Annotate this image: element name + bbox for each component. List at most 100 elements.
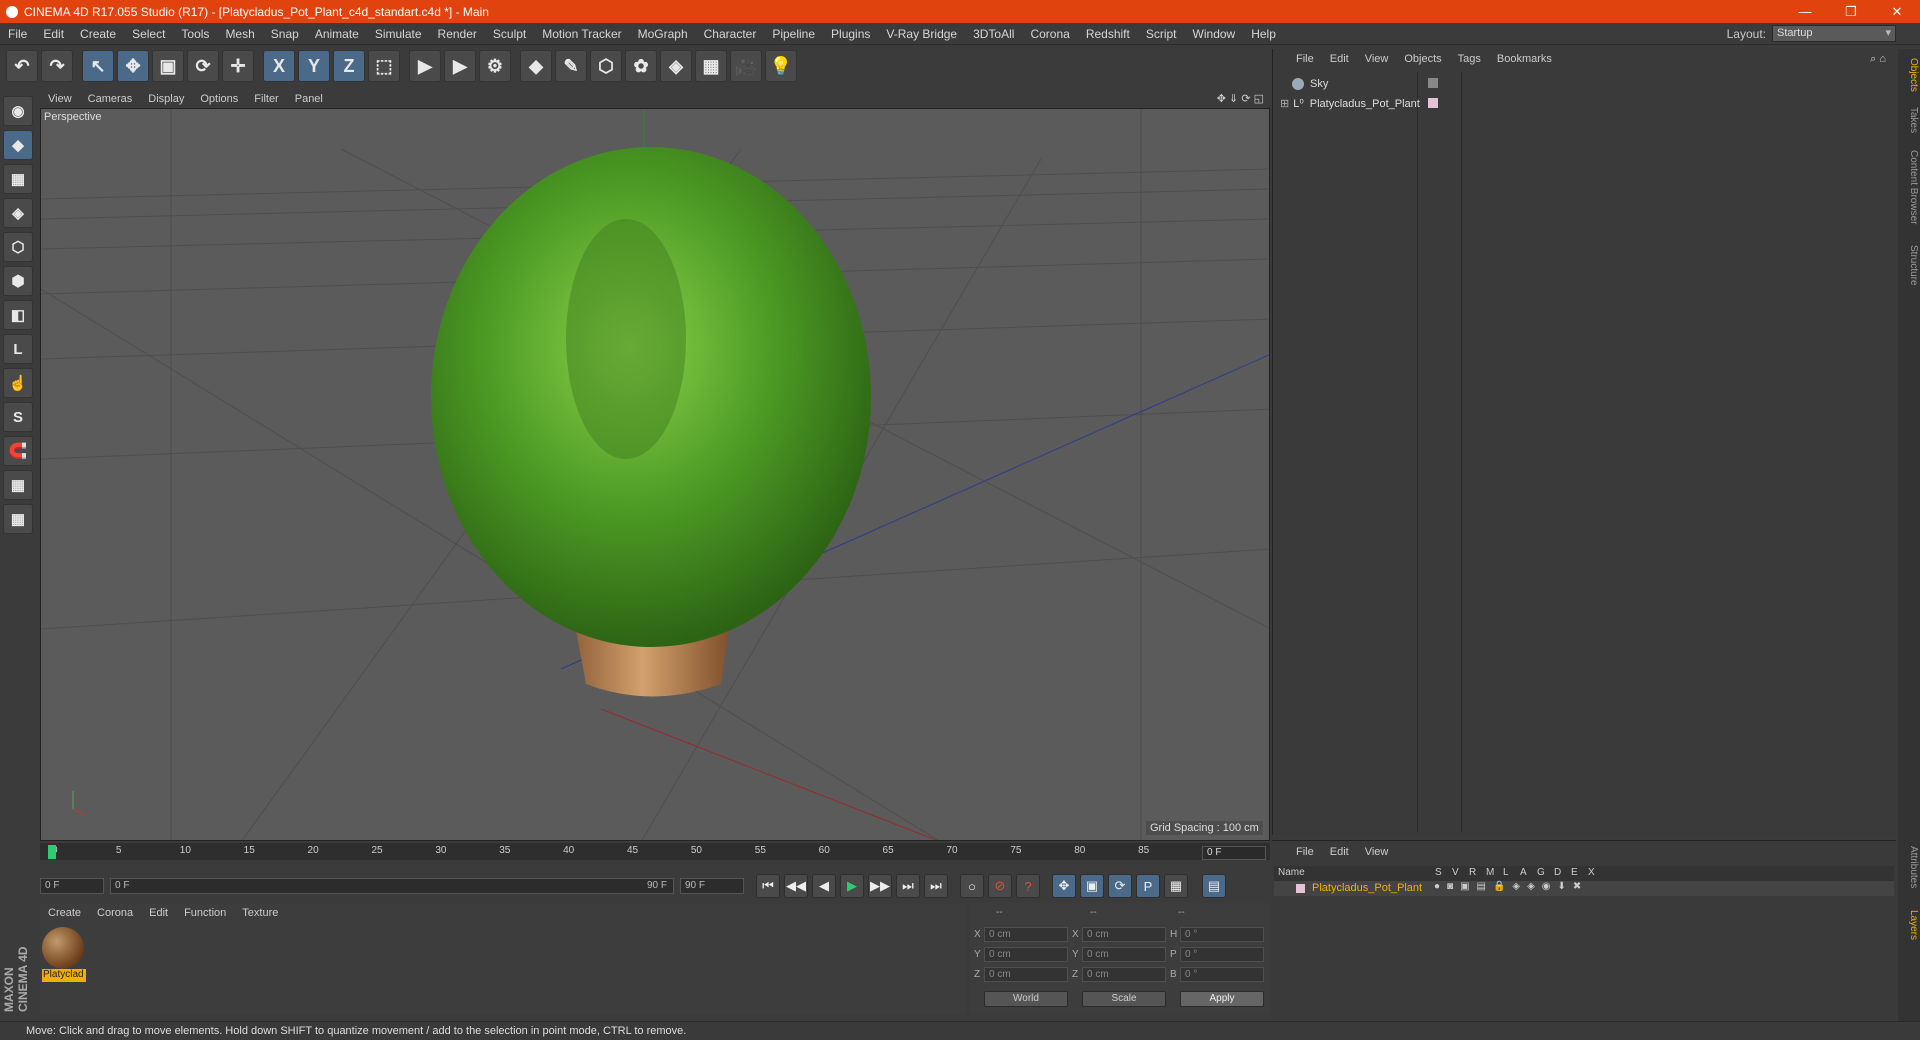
- material-menu-edit[interactable]: Edit: [141, 907, 176, 919]
- cube-object-icon[interactable]: ◆: [520, 50, 552, 82]
- rotation-h-field[interactable]: 0 °: [1180, 927, 1264, 942]
- menu-script[interactable]: Script: [1138, 27, 1185, 41]
- menu-edit[interactable]: Edit: [35, 27, 72, 41]
- menu-snap[interactable]: Snap: [263, 27, 307, 41]
- material-thumbnail[interactable]: [42, 927, 84, 969]
- model-mode-icon[interactable]: ◆: [3, 130, 33, 160]
- menu-simulate[interactable]: Simulate: [367, 27, 430, 41]
- size-y-field[interactable]: 0 cm: [1082, 947, 1166, 962]
- add-tool-icon[interactable]: ✛: [222, 50, 254, 82]
- pen-spline-icon[interactable]: ✎: [555, 50, 587, 82]
- layout-dropdown[interactable]: Startup: [1772, 25, 1896, 42]
- rotate-tool-icon[interactable]: ⟳: [187, 50, 219, 82]
- material-menu-texture[interactable]: Texture: [234, 907, 286, 919]
- record-active-icon[interactable]: ○: [960, 874, 984, 898]
- menu-motion-tracker[interactable]: Motion Tracker: [534, 27, 629, 41]
- subdivision-icon[interactable]: ⬡: [590, 50, 622, 82]
- rotation-b-field[interactable]: 0 °: [1180, 967, 1264, 982]
- layer-toggle-icons[interactable]: ●◙▣▤🔒◈◈◉⬇✖: [1434, 881, 1588, 892]
- timeline-window-icon[interactable]: ▤: [1202, 874, 1226, 898]
- redo-icon[interactable]: ↷: [41, 50, 73, 82]
- viewport-menu-filter[interactable]: Filter: [246, 93, 286, 105]
- restore-button[interactable]: ❐: [1828, 0, 1874, 23]
- scale-dropdown[interactable]: Scale: [1082, 991, 1166, 1007]
- light-icon[interactable]: 💡: [765, 50, 797, 82]
- x-axis-lock-icon[interactable]: X: [263, 50, 295, 82]
- object-search-icon[interactable]: ⌕ ⌂: [1862, 53, 1896, 66]
- coordinate-system-icon[interactable]: ⬚: [368, 50, 400, 82]
- menu-animate[interactable]: Animate: [307, 27, 367, 41]
- tab-content-browser[interactable]: Content Browser: [1899, 145, 1919, 230]
- size-x-field[interactable]: 0 cm: [1082, 927, 1166, 942]
- minimize-button[interactable]: —: [1782, 0, 1828, 23]
- tab-layers[interactable]: Layers: [1899, 905, 1919, 945]
- menu-corona[interactable]: Corona: [1022, 27, 1077, 41]
- polygons-mode-icon[interactable]: ◧: [3, 300, 33, 330]
- end-frame-field[interactable]: 90 F: [680, 878, 744, 894]
- viewport-nav-icons[interactable]: ✥ ⇓ ⟳ ◱: [1209, 92, 1270, 105]
- rotation-p-field[interactable]: 0 °: [1180, 947, 1264, 962]
- tab-objects[interactable]: Objects: [1899, 55, 1919, 95]
- previous-key-icon[interactable]: ◀◀: [784, 874, 808, 898]
- solo-mode-icon[interactable]: S: [3, 402, 33, 432]
- points-mode-icon[interactable]: ⬡: [3, 232, 33, 262]
- object-row-sky[interactable]: Sky: [1276, 75, 1328, 92]
- planar-workplane-icon[interactable]: ▦: [3, 504, 33, 534]
- object-menu-objects[interactable]: Objects: [1396, 53, 1449, 65]
- menu-character[interactable]: Character: [696, 27, 765, 41]
- go-to-start-icon[interactable]: ⏮: [756, 874, 780, 898]
- make-editable-icon[interactable]: ◉: [3, 96, 33, 126]
- viewport-menu-display[interactable]: Display: [140, 93, 192, 105]
- position-y-field[interactable]: 0 cm: [984, 947, 1068, 962]
- menu-create[interactable]: Create: [72, 27, 124, 41]
- viewport-menu-view[interactable]: View: [40, 93, 80, 105]
- render-view-icon[interactable]: ▶: [409, 50, 441, 82]
- viewport-menu-options[interactable]: Options: [192, 93, 246, 105]
- tab-structure[interactable]: Structure: [1899, 240, 1919, 290]
- texture-mode-icon[interactable]: ▦: [3, 164, 33, 194]
- object-menu-file[interactable]: File: [1288, 53, 1322, 65]
- undo-icon[interactable]: ↶: [6, 50, 38, 82]
- timeline-playhead[interactable]: [48, 845, 56, 859]
- apply-button[interactable]: Apply: [1180, 991, 1264, 1007]
- parameter-key-icon[interactable]: P: [1136, 874, 1160, 898]
- rotation-key-icon[interactable]: ⟳: [1108, 874, 1132, 898]
- menu-file[interactable]: File: [0, 27, 35, 41]
- expand-icon[interactable]: ⊞: [1280, 97, 1289, 110]
- menu-pipeline[interactable]: Pipeline: [764, 27, 823, 41]
- close-button[interactable]: ✕: [1874, 0, 1920, 23]
- render-settings-icon[interactable]: ⚙: [479, 50, 511, 82]
- select-tool-icon[interactable]: ↖: [82, 50, 114, 82]
- viewport-menu-cameras[interactable]: Cameras: [80, 93, 141, 105]
- perspective-viewport[interactable]: [40, 108, 1270, 841]
- render-picture-viewer-icon[interactable]: ▶: [444, 50, 476, 82]
- tab-attributes[interactable]: Attributes: [1899, 840, 1919, 895]
- tweak-mode-icon[interactable]: ☝: [3, 368, 33, 398]
- material-name[interactable]: Platyclad: [42, 969, 86, 982]
- material-menu-corona[interactable]: Corona: [89, 907, 141, 919]
- keyframe-selection-icon[interactable]: ?: [1016, 874, 1040, 898]
- menu-render[interactable]: Render: [430, 27, 485, 41]
- menu-mograph[interactable]: MoGraph: [630, 27, 696, 41]
- position-z-field[interactable]: 0 cm: [984, 967, 1068, 982]
- workplane-icon[interactable]: ◈: [3, 198, 33, 228]
- start-frame-field[interactable]: 0 F: [40, 878, 104, 894]
- scale-tool-icon[interactable]: ▣: [152, 50, 184, 82]
- next-key-icon[interactable]: ⏭: [896, 874, 920, 898]
- floor-icon[interactable]: ▦: [695, 50, 727, 82]
- position-key-icon[interactable]: ✥: [1052, 874, 1076, 898]
- autokey-icon[interactable]: ⊘: [988, 874, 1012, 898]
- layer-menu-file[interactable]: File: [1288, 846, 1322, 858]
- object-row-plant[interactable]: ⊞ L⁰ Platycladus_Pot_Plant: [1276, 95, 1420, 112]
- position-x-field[interactable]: 0 cm: [984, 927, 1068, 942]
- menu-tools[interactable]: Tools: [173, 27, 217, 41]
- object-menu-bookmarks[interactable]: Bookmarks: [1489, 53, 1560, 65]
- current-frame-field[interactable]: 0 F: [1202, 846, 1266, 860]
- material-menu-function[interactable]: Function: [176, 907, 234, 919]
- menu-window[interactable]: Window: [1185, 27, 1244, 41]
- layer-color-swatch[interactable]: [1296, 884, 1305, 893]
- size-z-field[interactable]: 0 cm: [1082, 967, 1166, 982]
- move-tool-icon[interactable]: ✥: [117, 50, 149, 82]
- scale-key-icon[interactable]: ▣: [1080, 874, 1104, 898]
- snap-magnet-icon[interactable]: 🧲: [3, 436, 33, 466]
